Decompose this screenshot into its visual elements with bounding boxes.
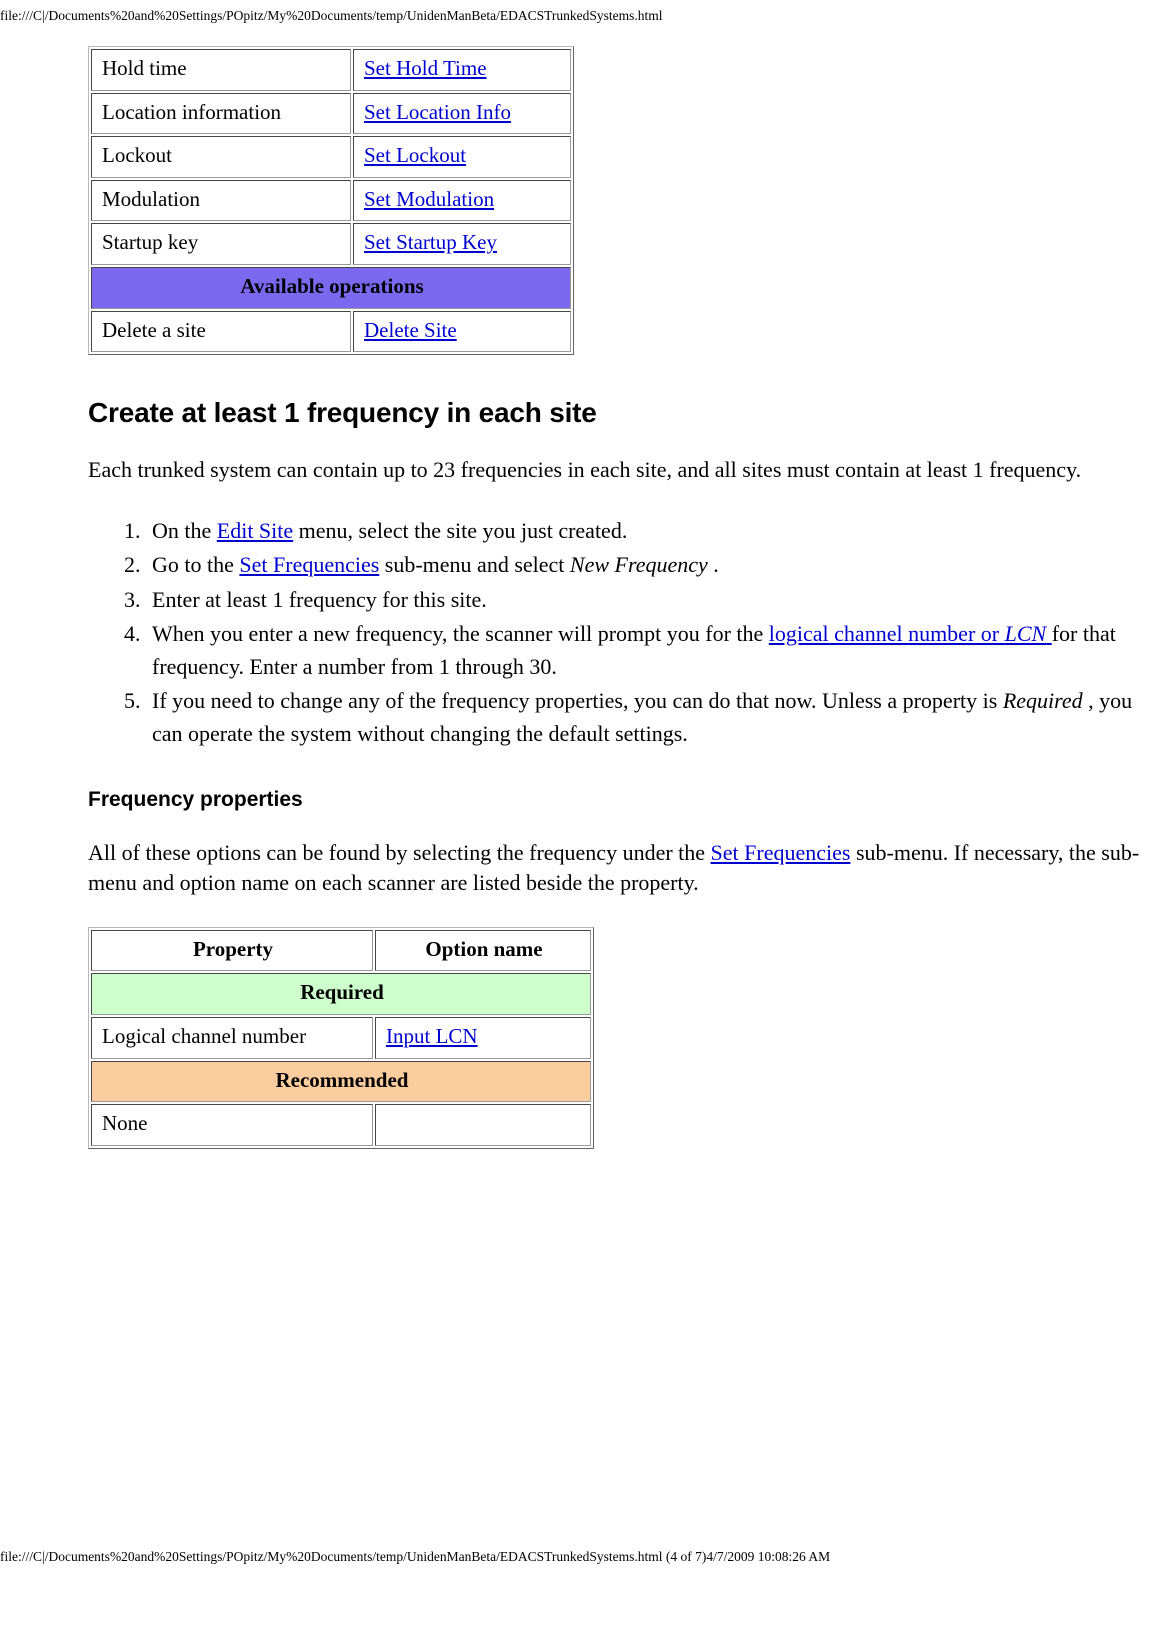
recommended-section-header: Recommended [91,1060,591,1103]
option-cell: Set Location Info [353,92,571,135]
document-content: Hold time Set Hold Time Location informa… [88,46,1152,1149]
logical-channel-number-link[interactable]: logical channel number or LCN [769,621,1052,646]
table-row: Lockout Set Lockout [91,136,571,178]
set-lockout-link[interactable]: Set Lockout [364,143,466,167]
properties-paragraph: All of these options can be found by sel… [88,838,1152,897]
option-cell: Set Lockout [353,136,571,178]
set-startup-key-link[interactable]: Set Startup Key [364,230,497,254]
subsection-title: Frequency properties [88,788,303,812]
table-row: Startup key Set Startup Key [91,223,571,266]
step4-pre: When you enter a new frequency, the scan… [152,621,769,647]
frequency-properties-table: Property Option name Required Logical ch… [88,926,594,1149]
table-row: Logical channel number Input LCN [91,1017,591,1059]
list-item: If you need to change any of the frequen… [146,685,1152,750]
site-properties-table-wrapper: Hold time Set Hold Time Location informa… [88,46,1152,356]
step4-link-b: LCN [1004,621,1047,647]
table-section-row: Available operations [91,267,571,309]
option-cell: Input LCN [375,1017,591,1059]
list-item: Enter at least 1 frequency for this site… [146,584,1152,617]
column-header-property: Property [91,929,373,972]
list-item: When you enter a new frequency, the scan… [146,618,1152,683]
step2-mid: sub-menu and select [379,552,570,578]
table-section-row: Recommended [91,1060,591,1103]
list-item: Go to the Set Frequencies sub-menu and s… [146,549,1152,582]
input-lcn-link[interactable]: Input LCN [386,1024,478,1048]
property-label: Startup key [91,223,351,266]
set-frequencies-link[interactable]: Set Frequencies [239,552,379,577]
option-cell [375,1104,591,1146]
step5-pre: If you need to change any of the frequen… [152,688,1003,714]
table-row: Modulation Set Modulation [91,179,571,222]
option-cell: Set Modulation [353,179,571,222]
property-label: Delete a site [91,310,351,353]
set-location-info-link[interactable]: Set Location Info [364,100,511,124]
footer-file-path: file:///C|/Documents%20and%20Settings/PO… [0,1549,831,1564]
table-row: Delete a site Delete Site [91,310,571,353]
table-header-row: Property Option name [91,929,591,972]
property-label: Logical channel number [91,1017,373,1059]
list-item: On the Edit Site menu, select the site y… [146,515,1152,548]
site-properties-table: Hold time Set Hold Time Location informa… [88,46,574,356]
option-cell: Set Hold Time [353,49,571,91]
table-row: Location information Set Location Info [91,92,571,135]
set-frequencies-link-2[interactable]: Set Frequencies [711,840,851,865]
document-page: file:///C|/Documents%20and%20Settings/PO… [0,0,1152,1625]
required-section-header: Required [91,973,591,1016]
properties-pre: All of these options can be found by sel… [88,840,711,866]
step4-link-a: logical channel number or [768,621,1005,647]
frequency-properties-table-wrapper: Property Option name Required Logical ch… [88,926,1152,1149]
option-cell: Set Startup Key [353,223,571,266]
table-section-row: Required [91,973,591,1016]
page-title: Create at least 1 frequency in each site [88,397,597,429]
delete-site-link[interactable]: Delete Site [364,318,457,342]
step1-post: menu, select the site you just created. [293,517,628,543]
steps-list: On the Edit Site menu, select the site y… [88,515,1152,751]
available-operations-header: Available operations [91,267,571,309]
step1-pre: On the [152,517,217,543]
table-row: Hold time Set Hold Time [91,49,571,91]
property-label: Modulation [91,179,351,222]
table-row: None [91,1104,591,1146]
property-label: None [91,1104,373,1146]
set-hold-time-link[interactable]: Set Hold Time [364,56,487,80]
step2-pre: Go to the [152,552,240,578]
intro-paragraph: Each trunked system can contain up to 23… [88,457,1082,483]
step2-post: . [707,552,719,578]
property-label: Location information [91,92,351,135]
option-cell: Delete Site [353,310,571,353]
property-label: Lockout [91,136,351,178]
column-header-option-name: Option name [375,929,591,972]
set-modulation-link[interactable]: Set Modulation [364,187,494,211]
step3-text: Enter at least 1 frequency for this site… [152,586,487,612]
step2-italic: New Frequency [569,552,708,578]
property-label: Hold time [91,49,351,91]
header-file-path: file:///C|/Documents%20and%20Settings/PO… [0,8,663,23]
edit-site-link[interactable]: Edit Site [217,518,293,543]
step5-italic: Required [1002,688,1083,714]
